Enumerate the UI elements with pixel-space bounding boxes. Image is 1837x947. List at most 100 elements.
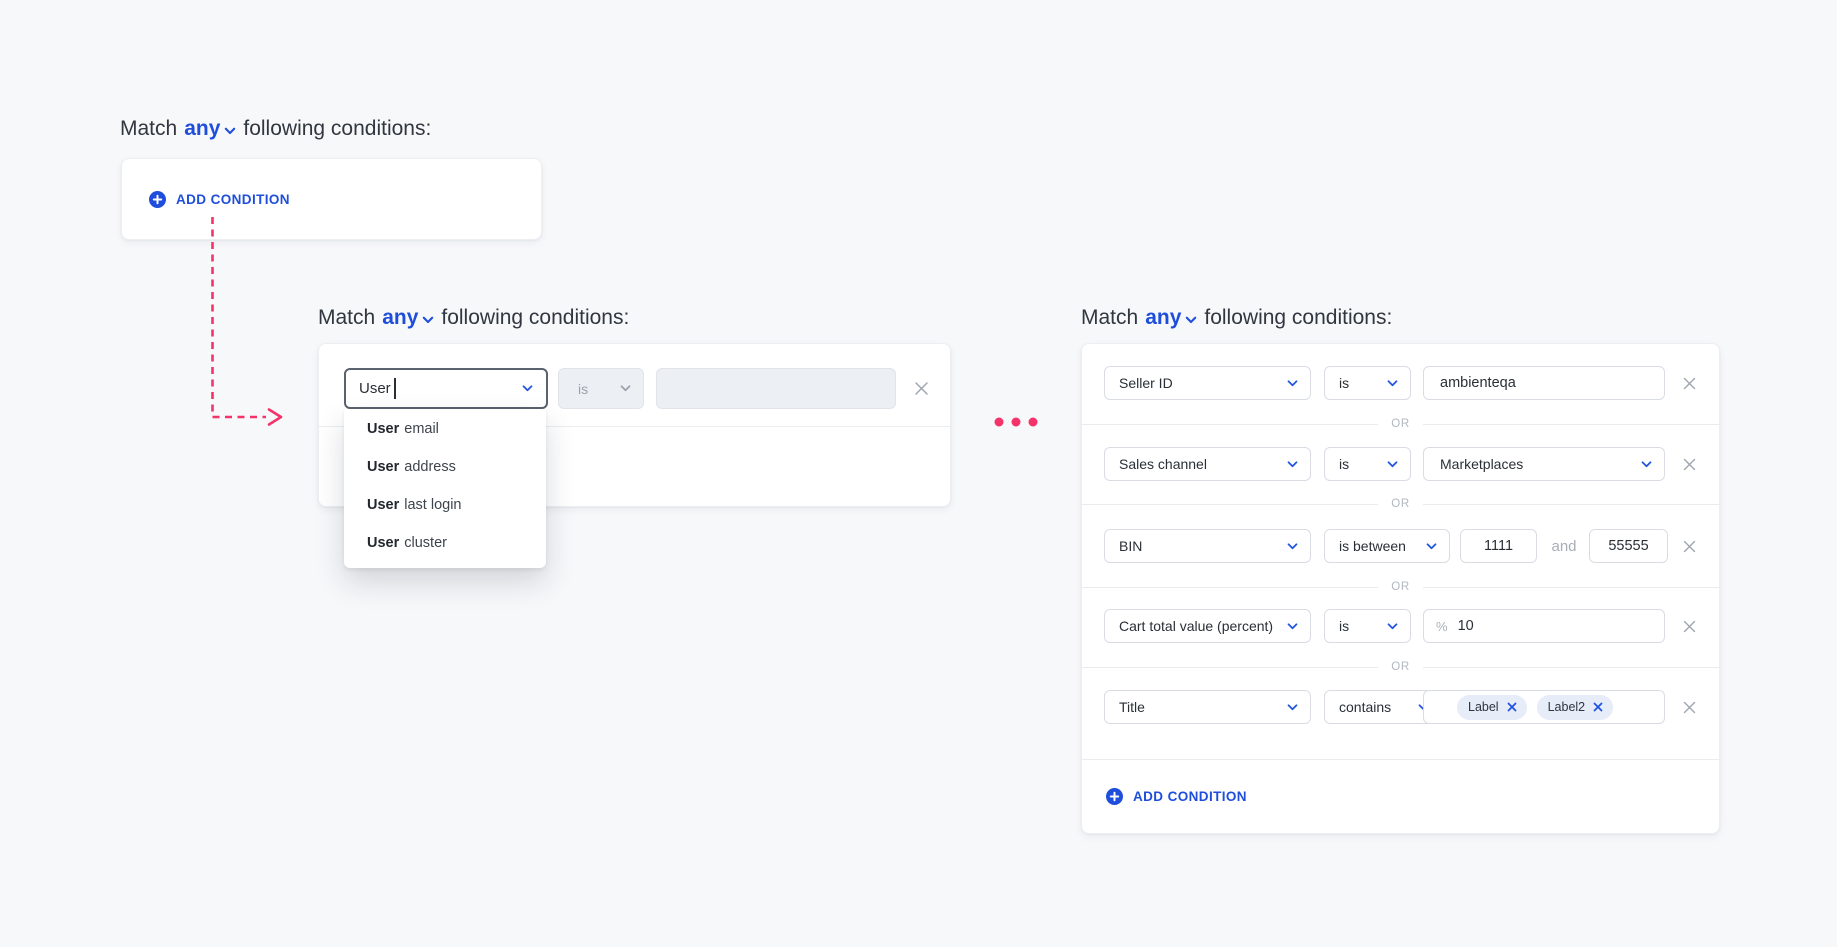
chip-label: Label [1468, 700, 1499, 714]
field-value: BIN [1119, 538, 1142, 554]
operator-value: is [1339, 456, 1349, 472]
chevron-down-icon [1287, 704, 1298, 711]
chevron-down-icon [1287, 543, 1298, 550]
or-divider: OR [1082, 660, 1719, 674]
close-icon [1682, 700, 1697, 715]
or-label: OR [1391, 661, 1409, 673]
value-text: Marketplaces [1440, 456, 1523, 472]
or-divider: OR [1082, 580, 1719, 594]
operator-select[interactable]: is [1324, 366, 1411, 400]
percent-prefix: % [1436, 619, 1448, 634]
or-label: OR [1391, 581, 1409, 593]
remove-condition-button[interactable] [1680, 455, 1698, 473]
match-mode-select[interactable]: any [382, 306, 434, 330]
match-mode-select[interactable]: any [184, 117, 236, 141]
arrow-head-icon [269, 410, 281, 425]
or-divider: OR [1082, 417, 1719, 431]
option-rest-part: cluster [404, 535, 447, 551]
field-select[interactable]: Title [1104, 690, 1311, 724]
dropdown-option-user-last-login[interactable]: User last login [344, 486, 546, 524]
match-mode-value: any [1145, 306, 1181, 330]
range-to-input[interactable]: 55555 [1589, 529, 1668, 563]
and-label: and [1542, 529, 1586, 563]
option-match-part: User [367, 421, 399, 437]
field-select[interactable]: Sales channel [1104, 447, 1311, 481]
close-icon [1682, 619, 1697, 634]
remove-condition-button[interactable] [1680, 374, 1698, 392]
chevron-down-icon [1287, 623, 1298, 630]
dropdown-option-user-cluster[interactable]: User cluster [344, 524, 546, 562]
field-select[interactable]: Cart total value (percent) [1104, 609, 1311, 643]
remove-condition-button[interactable] [912, 379, 930, 397]
operator-select[interactable]: is between [1324, 529, 1450, 563]
operator-select[interactable]: is [558, 368, 644, 409]
close-icon [1682, 539, 1697, 554]
close-icon [1682, 457, 1697, 472]
option-match-part: User [367, 459, 399, 475]
close-icon [913, 380, 930, 397]
match-title: Match any following conditions: [120, 116, 431, 142]
field-combobox-value: User [359, 380, 391, 397]
field-value: Sales channel [1119, 456, 1207, 472]
operator-value: is [1339, 618, 1349, 634]
add-condition-button[interactable]: ADD CONDITION [149, 159, 290, 239]
operator-value: contains [1339, 699, 1391, 715]
range-from-input[interactable]: 1111 [1460, 529, 1537, 563]
match-mode-value: any [382, 306, 418, 330]
percent-value-input[interactable]: % 10 [1423, 609, 1665, 643]
match-title: Match any following conditions: [1081, 305, 1392, 331]
operator-value: is [1339, 375, 1349, 391]
chevron-down-icon [1387, 461, 1398, 468]
field-value: Seller ID [1119, 375, 1173, 391]
ellipsis-dots [995, 418, 1038, 427]
dropdown-option-user-email[interactable]: User email [344, 410, 546, 448]
match-prefix: Match [318, 306, 375, 330]
option-match-part: User [367, 535, 399, 551]
remove-condition-button[interactable] [1680, 537, 1698, 555]
match-prefix: Match [120, 117, 177, 141]
chevron-down-icon [1287, 380, 1298, 387]
remove-chip-icon[interactable] [1593, 702, 1603, 712]
value-text: 10 [1458, 618, 1474, 634]
field-options-dropdown: User email User address User last login … [344, 409, 546, 568]
editing-conditions-card: User is User email User address [318, 343, 951, 507]
remove-condition-button[interactable] [1680, 617, 1698, 635]
match-mode-select[interactable]: any [1145, 306, 1197, 330]
value-input[interactable]: ambienteqa [1423, 366, 1665, 400]
field-select[interactable]: Seller ID [1104, 366, 1311, 400]
or-label: OR [1391, 498, 1409, 510]
remove-condition-button[interactable] [1680, 698, 1698, 716]
value-input[interactable] [656, 368, 896, 409]
chevron-down-icon [1185, 316, 1197, 324]
dashed-flow-arrow [213, 217, 267, 417]
dropdown-option-user-address[interactable]: User address [344, 448, 546, 486]
range-to-value: 55555 [1608, 538, 1648, 554]
match-suffix: following conditions: [243, 117, 431, 141]
field-select[interactable]: BIN [1104, 529, 1311, 563]
operator-value: is between [1339, 538, 1406, 554]
plus-circle-icon [1106, 788, 1123, 805]
footer-divider [1082, 759, 1719, 760]
value-chip: Label2 [1537, 695, 1614, 720]
option-rest-part: address [404, 459, 456, 475]
add-condition-button[interactable]: ADD CONDITION [1106, 783, 1247, 809]
match-prefix: Match [1081, 306, 1138, 330]
add-condition-label: ADD CONDITION [176, 192, 290, 207]
operator-select[interactable]: is [1324, 447, 1411, 481]
field-value: Title [1119, 699, 1145, 715]
value-chip: Label [1457, 695, 1527, 720]
field-combobox[interactable]: User [344, 368, 548, 409]
option-match-part: User [367, 497, 399, 513]
value-select[interactable]: Marketplaces [1423, 447, 1665, 481]
chevron-down-icon [1641, 461, 1652, 468]
condition-builder-mock: Match any following conditions: ADD COND… [0, 0, 1837, 947]
chip-label: Label2 [1548, 700, 1586, 714]
plus-circle-icon [149, 191, 166, 208]
add-condition-label: ADD CONDITION [1133, 789, 1247, 804]
match-suffix: following conditions: [441, 306, 629, 330]
remove-chip-icon[interactable] [1507, 702, 1517, 712]
operator-select[interactable]: is [1324, 609, 1411, 643]
chips-value-input[interactable]: Label Label2 [1423, 690, 1665, 724]
chevron-down-icon [224, 127, 236, 135]
match-suffix: following conditions: [1204, 306, 1392, 330]
